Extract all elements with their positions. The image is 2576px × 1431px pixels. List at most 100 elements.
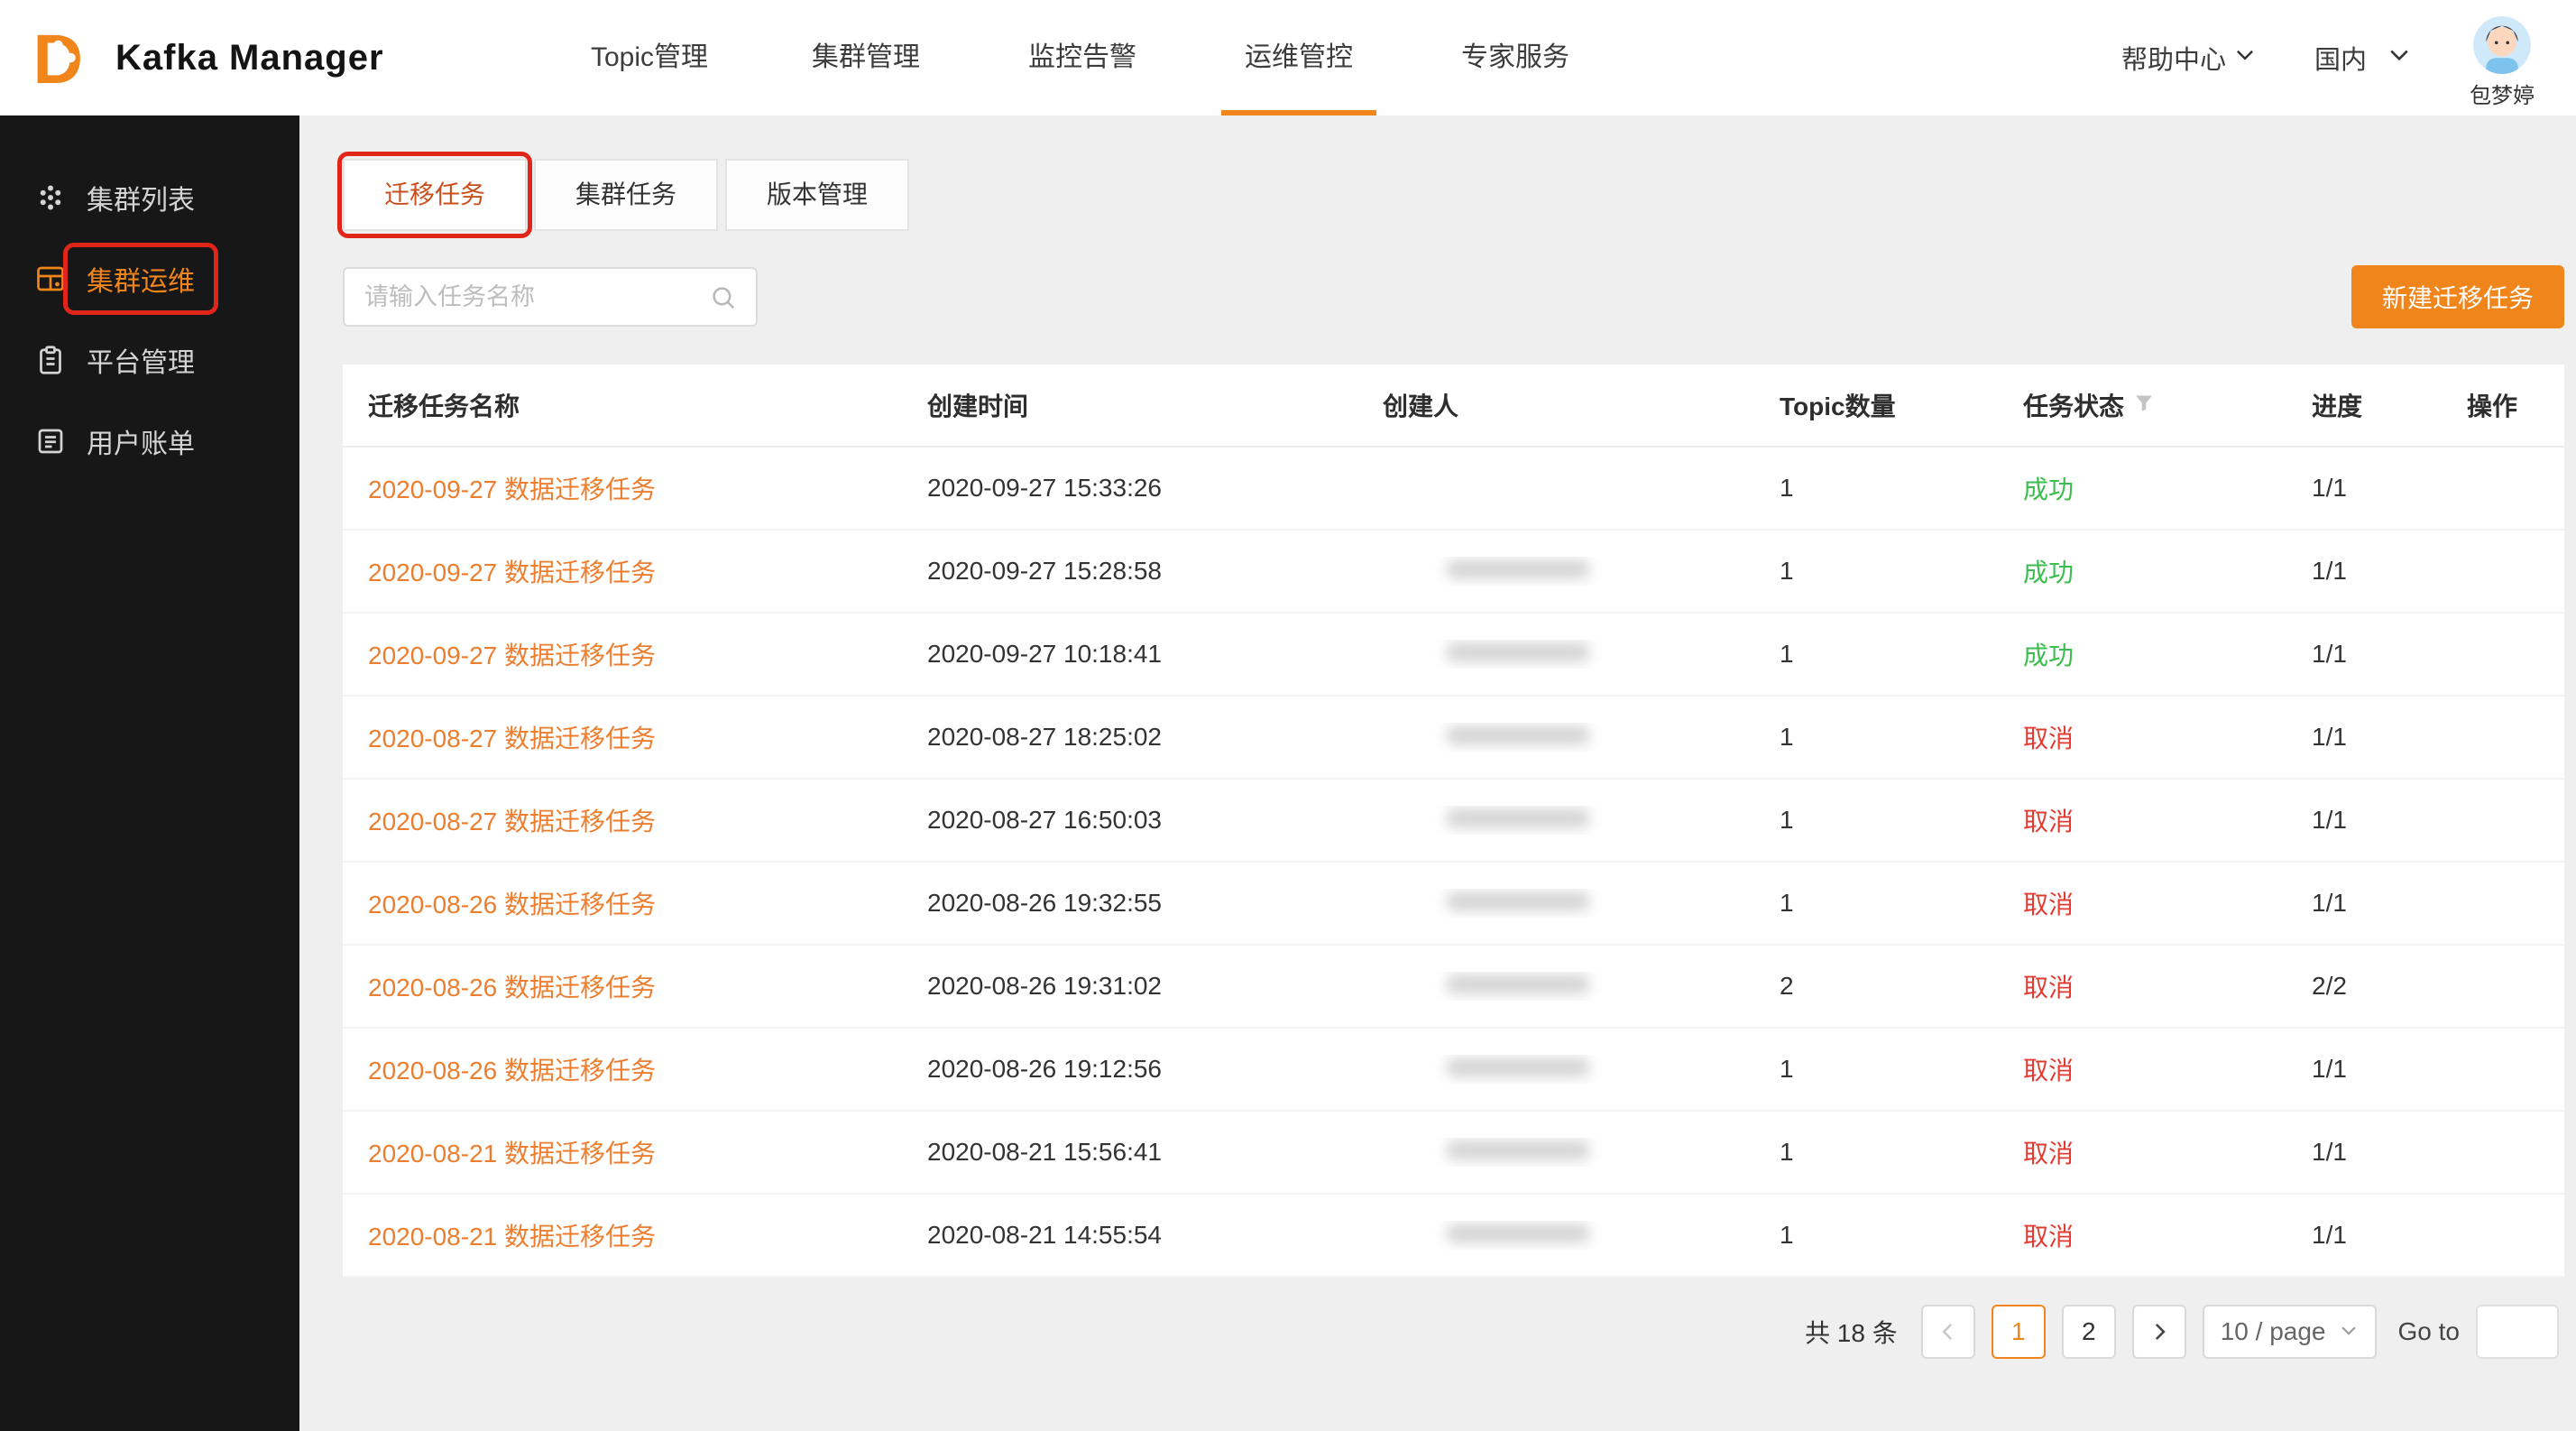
platform-manage-icon [34,344,67,376]
created-time-cell: 2020-09-27 15:33:26 [902,474,1357,503]
column-created-time: 创建时间 [902,387,1357,423]
task-name-link[interactable]: 2020-08-26 数据迁移任务 [368,891,656,919]
topic-count-cell: 1 [1754,557,1998,586]
sidebar-item-cluster-list[interactable]: 集群列表 [0,157,299,238]
header-right: 帮助中心 国内 包梦婷 [2121,0,2535,115]
topic-count-cell: 1 [1754,889,1998,918]
tab-cluster-tasks[interactable]: 集群任务 [534,159,718,231]
task-name-link[interactable]: 2020-08-21 数据迁移任务 [368,1140,656,1168]
table-row: 2020-08-26 数据迁移任务 2020-08-26 19:31:02 2 … [343,946,2564,1029]
task-search [343,267,758,327]
pagination-prev-button[interactable] [1921,1305,1975,1359]
table-header-row: 迁移任务名称 创建时间 创建人 Topic数量 任务状态 进度 操作 [343,365,2564,448]
column-task-name: 迁移任务名称 [343,387,902,423]
nav-monitor-alert[interactable]: 监控告警 [974,0,1191,115]
column-task-status: 任务状态 [1998,387,2286,423]
cluster-ops-icon [34,263,67,295]
column-operations: 操作 [2442,387,2564,423]
column-progress: 进度 [2286,387,2442,423]
create-migration-task-button[interactable]: 新建迁移任务 [2351,265,2564,328]
status-badge: 取消 [1998,968,2286,1004]
table-row: 2020-08-27 数据迁移任务 2020-08-27 16:50:03 1 … [343,780,2564,863]
nav-cluster-manage[interactable]: 集群管理 [758,0,974,115]
status-badge: 取消 [1998,802,2286,838]
progress-cell: 1/1 [2286,640,2442,669]
status-badge: 取消 [1998,1217,2286,1253]
task-name-link[interactable]: 2020-08-21 数据迁移任务 [368,1223,656,1251]
topic-count-cell: 1 [1754,474,1998,503]
pagination-next-button[interactable] [2132,1305,2186,1359]
task-name-link[interactable]: 2020-08-26 数据迁移任务 [368,1057,656,1085]
page-size-value: 10 / page [2221,1317,2326,1346]
main-nav: Topic管理 集群管理 监控告警 运维管控 专家服务 [541,0,1624,115]
table-row: 2020-08-27 数据迁移任务 2020-08-27 18:25:02 1 … [343,697,2564,780]
creator-cell [1357,1138,1754,1167]
topic-count-cell: 1 [1754,723,1998,752]
created-time-cell: 2020-09-27 10:18:41 [902,640,1357,669]
table-row: 2020-08-26 数据迁移任务 2020-08-26 19:12:56 1 … [343,1029,2564,1112]
table-row: 2020-08-21 数据迁移任务 2020-08-21 15:56:41 1 … [343,1112,2564,1195]
progress-cell: 1/1 [2286,889,2442,918]
creator-cell [1357,1055,1754,1084]
sidebar-item-label: 平台管理 [87,340,195,380]
goto-page-input[interactable] [2476,1305,2559,1359]
filter-funnel-icon[interactable] [2133,391,2155,420]
help-center-menu[interactable]: 帮助中心 [2121,39,2257,77]
search-icon[interactable] [709,283,738,312]
pagination-page-2[interactable]: 2 [2062,1305,2116,1359]
nav-topic-manage[interactable]: Topic管理 [541,0,758,115]
topic-count-cell: 1 [1754,1221,1998,1250]
task-name-link[interactable]: 2020-09-27 数据迁移任务 [368,642,656,669]
chevron-down-icon [2233,42,2257,73]
created-time-cell: 2020-09-27 15:28:58 [902,557,1357,586]
task-name-link[interactable]: 2020-08-27 数据迁移任务 [368,808,656,836]
pagination-page-1[interactable]: 1 [1992,1305,2046,1359]
sidebar-item-cluster-ops[interactable]: 集群运维 [0,238,299,319]
created-time-cell: 2020-08-27 18:25:02 [902,723,1357,752]
task-name-link[interactable]: 2020-08-26 数据迁移任务 [368,974,656,1002]
search-input[interactable] [345,269,756,325]
topic-count-cell: 1 [1754,806,1998,835]
sidebar: 集群列表 集群运维 平台管理 用户账单 [0,115,299,1431]
sidebar-item-label: 用户账单 [87,421,195,461]
task-status-label: 任务状态 [2023,387,2124,423]
table-body: 2020-09-27 数据迁移任务 2020-09-27 15:33:26 1 … [343,448,2564,1278]
status-badge: 成功 [1998,470,2286,506]
creator-cell [1357,972,1754,1001]
task-name-link[interactable]: 2020-09-27 数据迁移任务 [368,559,656,586]
tab-migration-tasks[interactable]: 迁移任务 [343,159,527,231]
table-row: 2020-08-21 数据迁移任务 2020-08-21 14:55:54 1 … [343,1195,2564,1278]
task-name-link[interactable]: 2020-09-27 数据迁移任务 [368,475,656,503]
progress-cell: 1/1 [2286,1138,2442,1167]
chevron-down-icon [2387,42,2412,74]
progress-cell: 1/1 [2286,557,2442,586]
task-name-link[interactable]: 2020-08-27 数据迁移任务 [368,725,656,752]
table-row: 2020-09-27 数据迁移任务 2020-09-27 10:18:41 1 … [343,614,2564,697]
user-avatar[interactable] [2473,16,2531,74]
topic-count-cell: 1 [1754,1138,1998,1167]
sidebar-item-platform-manage[interactable]: 平台管理 [0,319,299,401]
created-time-cell: 2020-08-26 19:12:56 [902,1055,1357,1084]
status-badge: 取消 [1998,719,2286,755]
sidebar-item-label: 集群运维 [87,259,195,299]
sidebar-item-user-billing[interactable]: 用户账单 [0,401,299,482]
progress-cell: 1/1 [2286,723,2442,752]
nav-expert-service[interactable]: 专家服务 [1407,0,1624,115]
sidebar-item-label: 集群列表 [87,178,195,217]
brand[interactable]: D Kafka Manager [23,0,384,115]
user-profile[interactable]: 包梦婷 [2470,16,2535,109]
status-badge: 取消 [1998,885,2286,921]
status-badge: 取消 [1998,1134,2286,1170]
cluster-list-icon [34,181,67,214]
page-size-select[interactable]: 10 / page [2203,1305,2377,1359]
status-badge: 成功 [1998,636,2286,672]
nav-ops-control[interactable]: 运维管控 [1191,0,1407,115]
toolbar: 新建迁移任务 [343,265,2564,328]
tab-bar: 迁移任务 集群任务 版本管理 [343,159,2564,231]
region-selector[interactable]: 国内 [2314,39,2412,77]
top-header: D Kafka Manager Topic管理 集群管理 监控告警 运维管控 专… [0,0,2576,115]
pagination: 共 18 条 1 2 10 / page Go to [343,1305,2564,1359]
created-time-cell: 2020-08-26 19:32:55 [902,889,1357,918]
tab-version-manage[interactable]: 版本管理 [725,159,909,231]
svg-text:D: D [33,21,84,96]
